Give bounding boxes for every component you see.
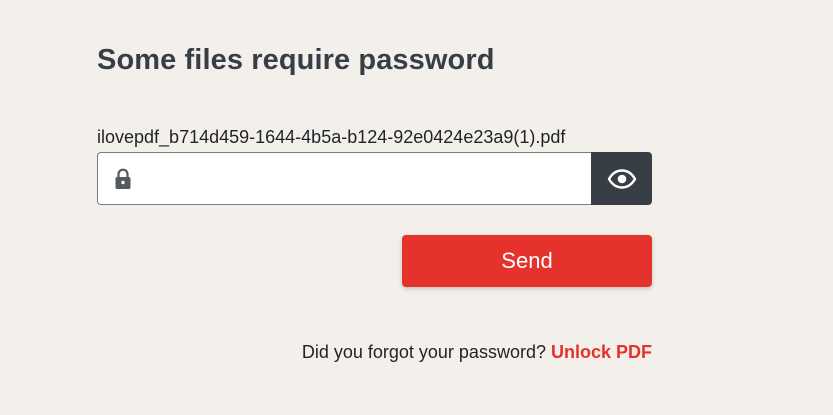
password-input-group bbox=[97, 152, 652, 206]
unlock-pdf-link[interactable]: Unlock PDF bbox=[551, 342, 652, 362]
file-name-label: ilovepdf_b714d459-1644-4b5a-b124-92e0424… bbox=[97, 127, 566, 147]
page-title: Some files require password bbox=[97, 44, 495, 76]
password-dialog: Some files require password ilovepdf_b71… bbox=[97, 0, 653, 415]
password-field-wrapper bbox=[97, 152, 591, 206]
toggle-password-visibility-button[interactable] bbox=[591, 152, 652, 205]
forgot-password-row: Did you forgot your password? Unlock PDF bbox=[302, 342, 652, 363]
send-button[interactable]: Send bbox=[402, 235, 652, 287]
forgot-password-text: Did you forgot your password? bbox=[301, 342, 546, 362]
lock-icon bbox=[115, 168, 131, 189]
password-input[interactable] bbox=[142, 153, 589, 206]
eye-icon bbox=[607, 168, 636, 189]
